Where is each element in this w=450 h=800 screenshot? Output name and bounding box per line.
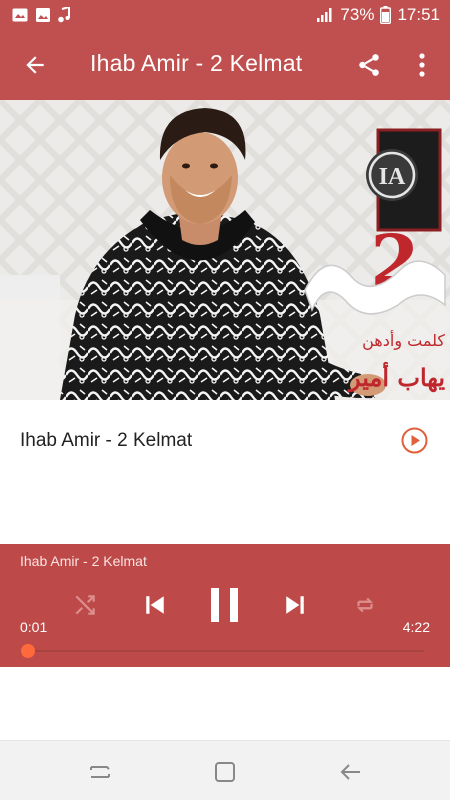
battery-icon (380, 6, 392, 24)
app-bar: Ihab Amir - 2 Kelmat (0, 30, 450, 100)
recent-apps-icon[interactable] (87, 759, 113, 785)
share-icon[interactable] (356, 52, 382, 78)
album-cover-art: IA 2 كلمت وأدهن يهاب أمير (0, 100, 450, 400)
current-time: 0:01 (20, 619, 48, 635)
logo-text: IA (379, 164, 406, 190)
skip-previous-icon[interactable] (140, 590, 170, 620)
more-vert-icon[interactable] (412, 52, 432, 78)
image-icon (12, 8, 28, 22)
now-playing-title: Ihab Amir - 2 Kelmat (20, 553, 147, 569)
repeat-icon[interactable] (352, 592, 378, 618)
battery-percent: 73% (340, 5, 375, 24)
play-circle-icon[interactable] (401, 427, 428, 454)
home-icon[interactable] (212, 759, 238, 785)
total-time: 4:22 (402, 619, 430, 635)
album-art-artist: يهاب أمير (347, 360, 445, 393)
pause-icon[interactable] (207, 585, 243, 625)
gallery-icon (36, 8, 50, 22)
signal-icon (317, 8, 332, 22)
status-time: 17:51 (397, 5, 440, 24)
music-note-icon (58, 7, 70, 23)
shuffle-icon[interactable] (72, 592, 98, 618)
list-item[interactable]: Ihab Amir - 2 Kelmat (0, 400, 450, 480)
seek-bar[interactable] (26, 650, 424, 652)
album-cover: IA 2 كلمت وأدهن يهاب أمير (0, 100, 450, 400)
system-nav-bar (0, 740, 450, 800)
skip-next-icon[interactable] (280, 590, 310, 620)
status-indicators: 73% 17:51 (316, 5, 440, 25)
mini-player: Ihab Amir - 2 Kelmat 0:01 4:22 (0, 544, 450, 667)
back-icon[interactable] (338, 759, 364, 785)
page-title: Ihab Amir - 2 Kelmat (90, 50, 303, 76)
album-art-subtitle: كلمت وأدهن (362, 330, 445, 351)
track-title: Ihab Amir - 2 Kelmat (20, 430, 193, 451)
back-arrow-icon[interactable] (22, 52, 48, 78)
status-bar: 73% 17:51 (0, 0, 450, 30)
seek-bar-thumb[interactable] (20, 644, 35, 658)
notification-icons (12, 7, 70, 23)
